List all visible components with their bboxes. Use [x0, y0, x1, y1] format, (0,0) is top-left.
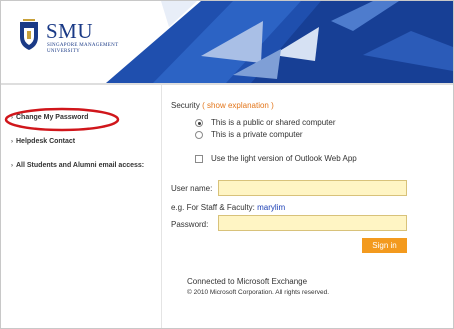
- example-prefix: e.g. For Staff & Faculty:: [171, 203, 255, 212]
- paren-open: (: [202, 101, 205, 110]
- show-explanation-link[interactable]: show explanation: [207, 101, 269, 110]
- header-banner: SMU SINGAPORE MANAGEMENT UNIVERSITY: [1, 1, 453, 85]
- paren-close: ): [271, 101, 274, 110]
- sidebar-item-email-access[interactable]: › All Students and Alumni email access:: [11, 162, 144, 169]
- chevron-right-icon: ›: [11, 163, 13, 169]
- password-label: Password:: [171, 220, 209, 229]
- username-label: User name:: [171, 184, 213, 193]
- private-computer-radio[interactable]: [195, 131, 203, 139]
- light-version-label: Use the light version of Outlook Web App: [211, 154, 357, 163]
- smu-crest-icon: [20, 19, 38, 50]
- brand-subtitle: SINGAPORE MANAGEMENT: [47, 43, 119, 48]
- security-label: Security: [171, 101, 200, 110]
- sign-in-button[interactable]: Sign in: [362, 238, 407, 253]
- login-form: Security ( show explanation ) This is a …: [161, 85, 453, 328]
- login-window: SMU SINGAPORE MANAGEMENT UNIVERSITY › Cha…: [0, 0, 454, 329]
- public-computer-radio[interactable]: [195, 119, 203, 127]
- public-computer-label: This is a public or shared computer: [211, 118, 336, 127]
- username-example: e.g. For Staff & Faculty: marylim: [171, 203, 285, 212]
- sidebar-item-label: All Students and Alumni email access:: [16, 162, 145, 169]
- brand-subtitle-line2: UNIVERSITY: [47, 49, 80, 54]
- security-heading: Security ( show explanation ): [171, 101, 274, 110]
- private-computer-label: This is a private computer: [211, 130, 303, 139]
- sidebar-item-label: Helpdesk Contact: [16, 138, 76, 145]
- chevron-right-icon: ›: [11, 139, 13, 145]
- highlight-ellipse: [4, 107, 120, 132]
- example-value: marylim: [257, 203, 286, 212]
- brand-name: SMU: [46, 19, 94, 43]
- password-input[interactable]: [218, 215, 407, 231]
- light-version-checkbox[interactable]: [195, 155, 203, 163]
- copyright-text: © 2010 Microsoft Corporation. All rights…: [187, 289, 330, 296]
- username-input[interactable]: [218, 180, 407, 196]
- connected-text: Connected to Microsoft Exchange: [187, 277, 308, 286]
- sidebar-item-helpdesk[interactable]: › Helpdesk Contact: [11, 138, 75, 145]
